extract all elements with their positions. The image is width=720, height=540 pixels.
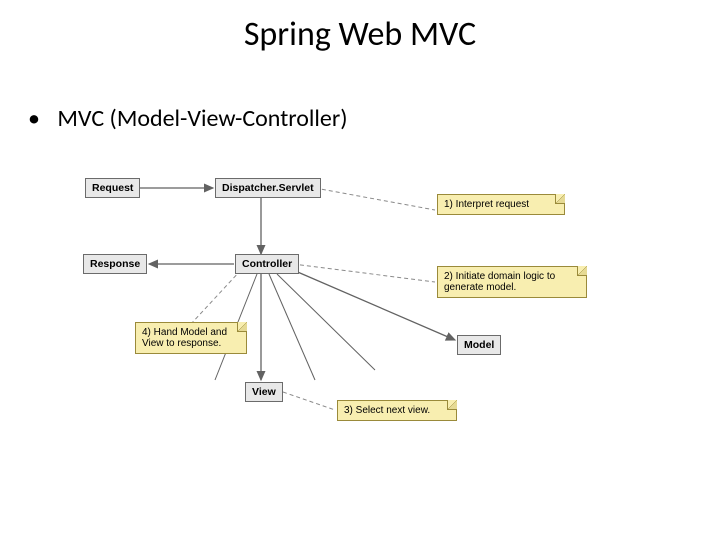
page-title: Spring Web MVC [0,14,720,55]
box-controller: Controller [235,254,299,274]
note-select-next-view: 3) Select next view. [337,400,457,421]
box-dispatcher: Dispatcher.Servlet [215,178,321,198]
box-response: Response [83,254,147,274]
note-fold-icon [447,400,457,410]
note-text: 3) Select next view. [344,405,430,416]
note-fold-icon [237,322,247,332]
note-text: 4) Hand Model and View to response. [142,327,227,349]
mvc-diagram: Request Dispatcher.Servlet Response Cont… [55,170,635,450]
box-view: View [245,382,283,402]
subtitle-text: MVC (Model-View-Controller) [57,104,347,133]
bullet-item: • MVC (Model-View-Controller) [28,102,347,133]
box-model: Model [457,335,501,355]
note-fold-icon [555,194,565,204]
note-text: 1) Interpret request [444,199,529,210]
note-text: 2) Initiate domain logic to generate mod… [444,271,555,293]
note-fold-icon [577,266,587,276]
bullet-icon: • [28,104,40,133]
note-initiate-domain-logic: 2) Initiate domain logic to generate mod… [437,266,587,298]
note-hand-model-view: 4) Hand Model and View to response. [135,322,247,354]
note-interpret-request: 1) Interpret request [437,194,565,215]
box-request: Request [85,178,140,198]
